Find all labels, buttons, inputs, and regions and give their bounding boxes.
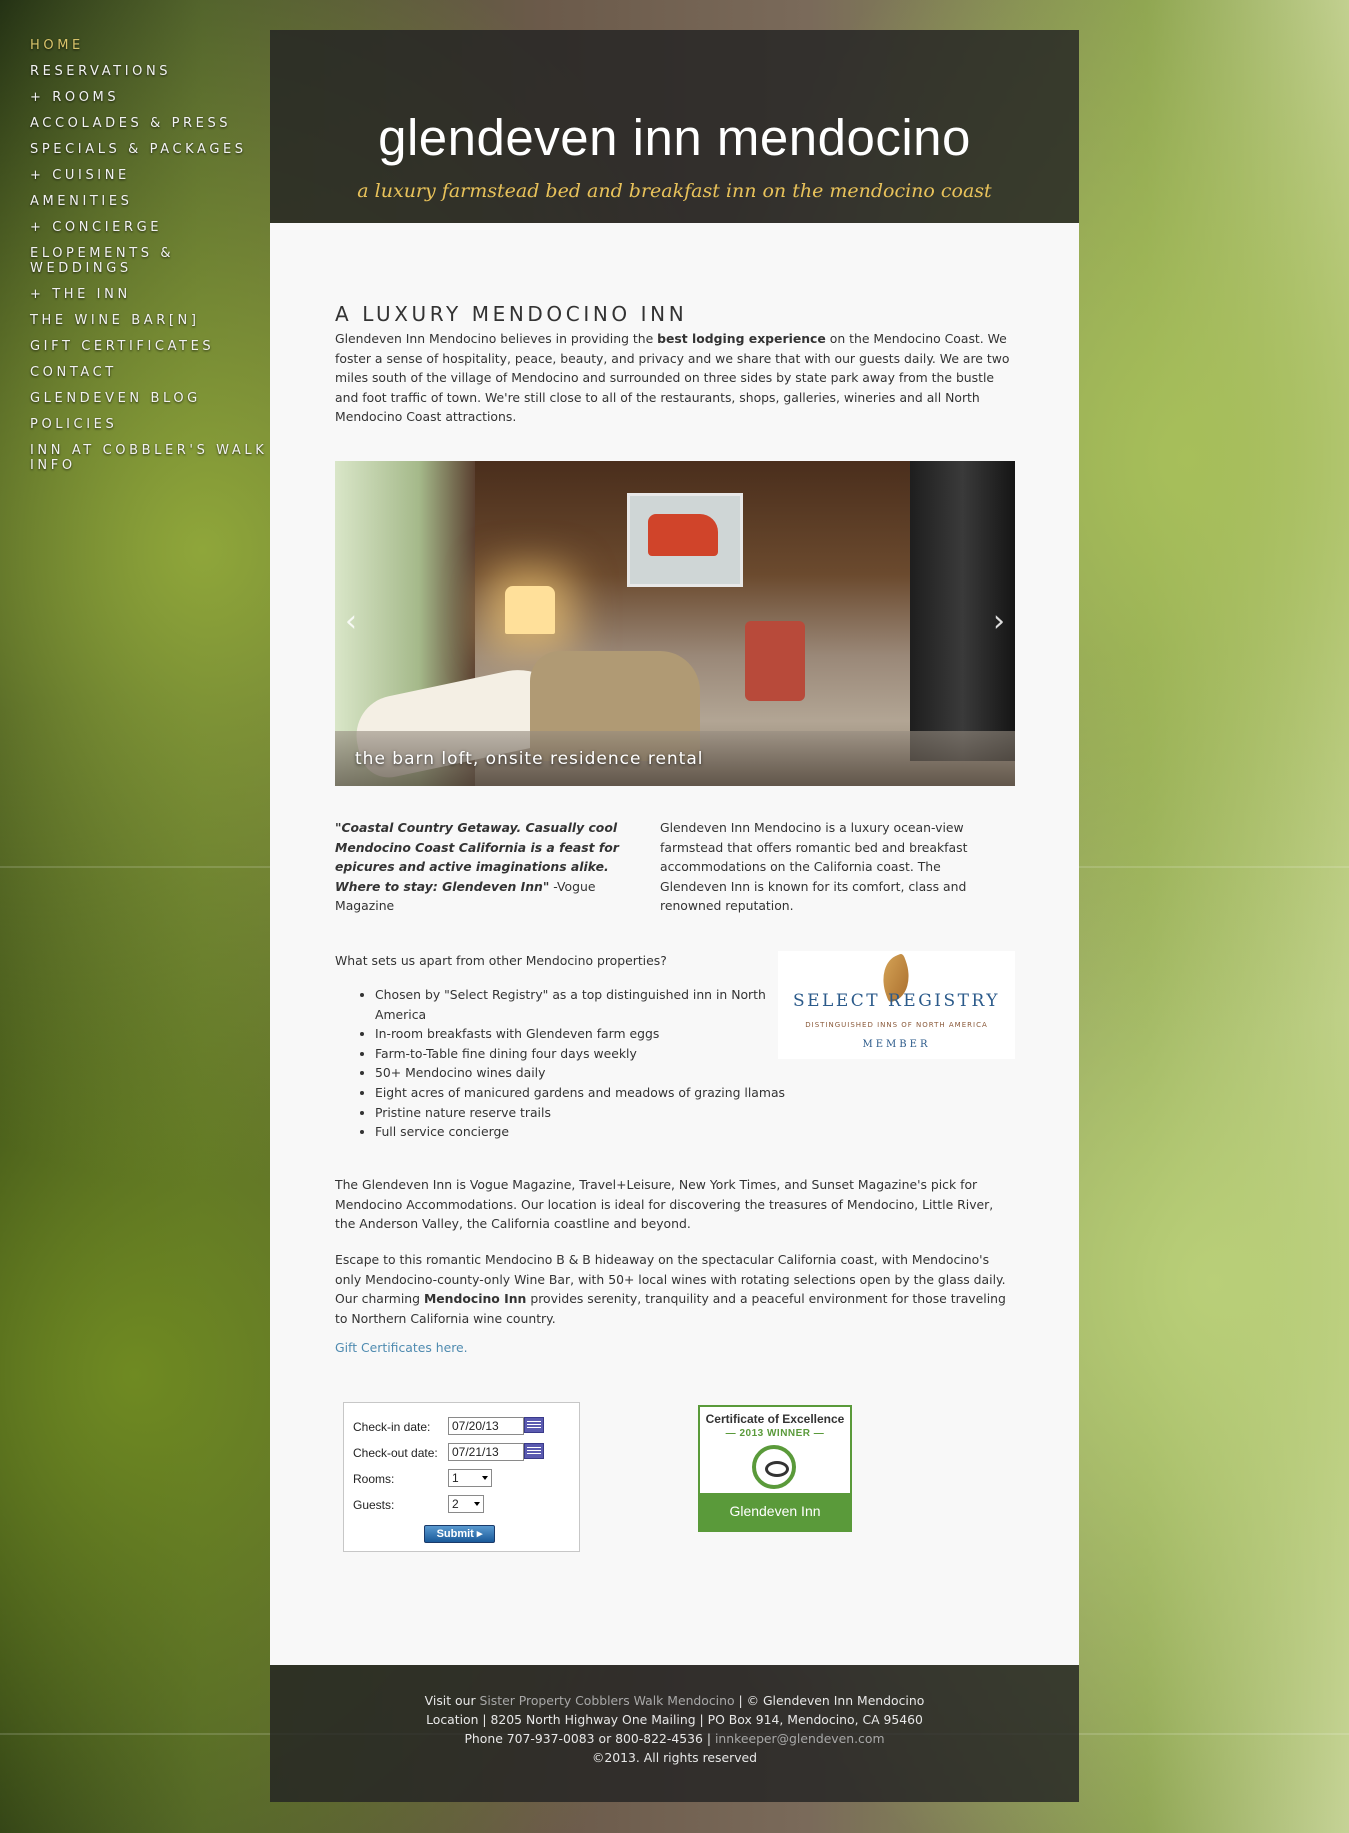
painting-horse bbox=[648, 514, 718, 556]
guests-select[interactable]: 2 bbox=[448, 1495, 484, 1513]
intro-text: Glendeven Inn Mendocino believes in prov… bbox=[335, 331, 658, 346]
rooms-label: Rooms: bbox=[353, 1472, 395, 1486]
site-footer: Visit our Sister Property Cobblers Walk … bbox=[270, 1665, 1079, 1802]
rooms-value: 1 bbox=[452, 1471, 459, 1485]
nav-item-amenities[interactable]: Amenities bbox=[30, 194, 270, 209]
inn-description: Glendeven Inn Mendocino is a luxury ocea… bbox=[660, 820, 968, 914]
slide-painting bbox=[627, 493, 743, 587]
nav-item-blog[interactable]: Glendeven Blog bbox=[30, 391, 270, 406]
footer-rights: ©2013. All rights reserved bbox=[591, 1750, 758, 1765]
footer-copyright-inline: | © Glendeven Inn Mendocino bbox=[734, 1693, 925, 1708]
escape-bold-text: Mendocino Inn bbox=[423, 1291, 527, 1307]
prev-arrow-icon[interactable]: ‹ bbox=[345, 604, 357, 639]
list-item: Chosen by "Select Registry" as a top dis… bbox=[375, 985, 795, 1024]
site-title[interactable]: glendeven inn mendocino bbox=[270, 108, 1079, 167]
nav-item-home[interactable]: Home bbox=[30, 38, 270, 53]
chevron-down-icon bbox=[474, 1502, 480, 1506]
checkin-label: Check-in date: bbox=[353, 1420, 431, 1434]
registry-name: SELECT REGISTRY bbox=[793, 991, 1000, 1011]
calendar-icon[interactable] bbox=[524, 1417, 544, 1433]
list-item: Full service concierge bbox=[375, 1122, 795, 1142]
tripadvisor-owl-icon bbox=[752, 1445, 796, 1489]
certificate-title: Certificate of Excellence bbox=[705, 1412, 845, 1426]
next-arrow-icon[interactable]: › bbox=[993, 604, 1005, 639]
nav-item-cobblers-walk-info[interactable]: Inn at Cobbler's Walk Info bbox=[30, 443, 270, 473]
site-tagline: a luxury farmstead bed and breakfast inn… bbox=[357, 180, 992, 202]
checkout-label: Check-out date: bbox=[353, 1446, 438, 1460]
footer-location: Location | 8205 North Highway One Mailin… bbox=[426, 1712, 923, 1727]
nav-item-policies[interactable]: Policies bbox=[30, 417, 270, 432]
apart-title: What sets us apart from other Mendocino … bbox=[335, 953, 667, 968]
site-header: glendeven inn mendocino a luxury farmste… bbox=[270, 30, 1079, 223]
sister-property-link[interactable]: Sister Property Cobblers Walk Mendocino bbox=[479, 1693, 734, 1708]
footer-line-1: Visit our Sister Property Cobblers Walk … bbox=[270, 1691, 1079, 1710]
nav-item-accolades-press[interactable]: Accolades & Press bbox=[30, 116, 270, 131]
features-list: Chosen by "Select Registry" as a top dis… bbox=[335, 985, 795, 1142]
photo-slideshow[interactable]: the barn loft, onsite residence rental ‹… bbox=[335, 461, 1015, 786]
submit-button[interactable]: Submit ▸ bbox=[424, 1525, 495, 1543]
list-item: Eight acres of manicured gardens and mea… bbox=[375, 1083, 795, 1103]
list-item: Pristine nature reserve trails bbox=[375, 1103, 795, 1123]
list-item: 50+ Mendocino wines daily bbox=[375, 1063, 795, 1083]
slide-caption: the barn loft, onsite residence rental bbox=[355, 749, 704, 769]
nav-item-elopements-weddings[interactable]: Elopements & Weddings bbox=[30, 246, 270, 276]
tripadvisor-certificate[interactable]: Certificate of Excellence — 2013 WINNER … bbox=[698, 1405, 852, 1532]
nav-item-rooms[interactable]: + Rooms bbox=[30, 90, 270, 105]
intro-paragraph: Glendeven Inn Mendocino believes in prov… bbox=[335, 329, 1015, 427]
nav-item-concierge[interactable]: + Concierge bbox=[30, 220, 270, 235]
press-paragraph: The Glendeven Inn is Vogue Magazine, Tra… bbox=[335, 1177, 994, 1232]
footer-phone: Phone 707-937-0083 or 800-822-4536 | bbox=[464, 1731, 715, 1746]
escape-paragraph: Escape to this romantic Mendocino B & B … bbox=[335, 1250, 1015, 1328]
intro-bold-text: best lodging experience bbox=[657, 331, 826, 346]
list-item: Farm-to-Table fine dining four days week… bbox=[375, 1044, 795, 1064]
footer-visit-text: Visit our bbox=[424, 1693, 480, 1708]
owl-eyes bbox=[765, 1461, 789, 1477]
checkout-date-input[interactable]: 07/21/13 bbox=[448, 1443, 524, 1461]
checkin-date-input[interactable]: 07/20/13 bbox=[448, 1417, 524, 1435]
guests-label: Guests: bbox=[353, 1498, 395, 1512]
email-link[interactable]: innkeeper@glendeven.com bbox=[715, 1731, 885, 1746]
registry-member: MEMBER bbox=[862, 1039, 931, 1050]
certificate-year: — 2013 WINNER — bbox=[725, 1428, 825, 1439]
guests-value: 2 bbox=[452, 1497, 459, 1511]
booking-widget: Check-in date: 07/20/13 Check-out date: … bbox=[343, 1402, 580, 1552]
nav-item-cuisine[interactable]: + Cuisine bbox=[30, 168, 270, 183]
chevron-down-icon bbox=[482, 1476, 488, 1480]
slide-lamp bbox=[505, 586, 555, 634]
gift-certificates-link[interactable]: Gift Certificates here. bbox=[335, 1340, 468, 1355]
main-content: A LUXURY MENDOCINO INN Glendeven Inn Men… bbox=[270, 223, 1079, 1665]
rooms-select[interactable]: 1 bbox=[448, 1469, 492, 1487]
nav-item-specials-packages[interactable]: Specials & Packages bbox=[30, 142, 270, 157]
list-item: In-room breakfasts with Glendeven farm e… bbox=[375, 1024, 795, 1044]
nav-item-contact[interactable]: Contact bbox=[30, 365, 270, 380]
vogue-quote: "Coastal Country Getaway. Casually cool … bbox=[335, 818, 625, 916]
sidebar-nav: Home Reservations + Rooms Accolades & Pr… bbox=[30, 38, 270, 484]
nav-item-reservations[interactable]: Reservations bbox=[30, 64, 270, 79]
page-heading: A LUXURY MENDOCINO INN bbox=[335, 302, 688, 327]
select-registry-badge[interactable]: SELECT REGISTRY DISTINGUISHED INNS OF NO… bbox=[778, 951, 1015, 1059]
footer-line-3: Phone 707-937-0083 or 800-822-4536 | inn… bbox=[270, 1729, 1079, 1748]
nav-item-the-inn[interactable]: + The Inn bbox=[30, 287, 270, 302]
nav-item-wine-barn[interactable]: The Wine Bar[n] bbox=[30, 313, 270, 328]
registry-subtitle: DISTINGUISHED INNS OF NORTH AMERICA bbox=[805, 1021, 988, 1029]
certificate-inn-name: Glendeven Inn bbox=[700, 1493, 850, 1530]
calendar-icon[interactable] bbox=[524, 1443, 544, 1459]
nav-item-gift-certificates[interactable]: Gift Certificates bbox=[30, 339, 270, 354]
slide-red-chair bbox=[745, 621, 805, 701]
